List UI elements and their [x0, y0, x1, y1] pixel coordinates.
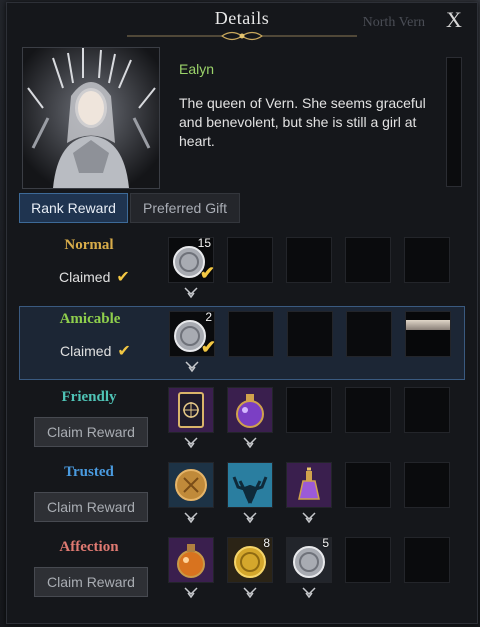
empty-reward-slot [346, 311, 392, 357]
claimed-status: Claimed ✔ [60, 341, 131, 361]
empty-reward-slot [345, 462, 391, 508]
chevron-down-icon [243, 437, 257, 449]
close-button[interactable]: X [441, 7, 467, 33]
reward-row-friendly: Friendly Claim Reward [19, 383, 463, 455]
chevron-down-icon [184, 512, 198, 524]
rank-label: Friendly [61, 389, 117, 405]
item-quantity: 2 [205, 310, 212, 324]
claim-reward-button[interactable]: Claim Reward [34, 417, 148, 447]
rank-label: Trusted [64, 464, 114, 480]
chevron-down-icon [184, 587, 198, 599]
background-location-label: North Vern [362, 15, 425, 30]
claim-reward-button[interactable]: Claim Reward [34, 567, 148, 597]
title-ornament [127, 31, 357, 41]
empty-reward-slot [345, 237, 391, 283]
rune-coin-icon [175, 469, 207, 501]
empty-reward-slot [287, 311, 333, 357]
orange-potion-icon [177, 544, 205, 578]
card-icon [178, 392, 204, 428]
empty-reward-slot [227, 237, 273, 283]
check-icon: ✔ [117, 343, 131, 360]
reward-row-trusted: Trusted Claim Reward [19, 458, 463, 530]
purple-potion-icon [236, 394, 264, 428]
reward-row-normal: Normal Claimed ✔ 15 ✔ [19, 233, 463, 305]
chevron-down-icon [243, 512, 257, 524]
reward-slot[interactable] [227, 387, 273, 449]
rank-label: Affection [59, 539, 119, 555]
empty-reward-slot [404, 237, 450, 283]
highlight-bar [406, 320, 450, 330]
chevron-down-icon [302, 512, 316, 524]
item-quantity: 5 [322, 536, 329, 550]
item-quantity: 15 [197, 236, 211, 250]
reward-slot[interactable] [168, 462, 214, 524]
empty-reward-slot [345, 387, 391, 433]
reward-slot[interactable]: 2 ✔ [169, 310, 216, 373]
title-bar: Details North Vern X [7, 3, 477, 43]
details-window: Details North Vern X Ealyn The queen of … [6, 2, 478, 624]
reward-slot[interactable] [286, 462, 332, 524]
reward-slot[interactable] [168, 387, 214, 449]
reward-slot[interactable]: 15 ✔ [168, 236, 215, 299]
tab-rank-reward[interactable]: Rank Reward [19, 193, 128, 223]
rank-label: Normal [64, 237, 114, 253]
chevron-down-icon [184, 287, 198, 299]
claimed-label: Claimed [60, 343, 112, 359]
reward-row-amicable: Amicable Claimed ✔ 2 ✔ [19, 306, 465, 380]
claimed-label: Claimed [59, 269, 111, 285]
locked-reward-slot [405, 311, 451, 357]
reward-slot[interactable]: 5 [286, 536, 332, 599]
item-quantity: 8 [263, 536, 270, 550]
stag-emblem-icon [232, 476, 268, 504]
chevron-down-icon [185, 361, 199, 373]
reward-slot[interactable]: 8 [227, 536, 273, 599]
reward-slot[interactable] [168, 537, 214, 599]
empty-reward-slot [404, 537, 450, 583]
chevron-down-icon [184, 437, 198, 449]
character-portrait [22, 47, 160, 189]
claim-reward-button[interactable]: Claim Reward [34, 492, 148, 522]
character-name: Ealyn [179, 61, 215, 77]
rank-label: Amicable [59, 311, 121, 327]
claimed-check-icon: ✔ [199, 263, 215, 283]
empty-reward-slot [286, 387, 332, 433]
reward-slot[interactable] [227, 462, 273, 524]
tab-preferred-gift[interactable]: Preferred Gift [130, 193, 240, 223]
empty-reward-slot [404, 462, 450, 508]
claimed-status: Claimed ✔ [59, 267, 130, 287]
reward-row-affection: Affection Claim Reward 8 5 [19, 533, 463, 605]
empty-reward-slot [345, 537, 391, 583]
character-description: The queen of Vern. She seems graceful an… [179, 95, 426, 149]
empty-reward-slot [228, 311, 274, 357]
empty-reward-slot [404, 387, 450, 433]
chevron-down-icon [243, 587, 257, 599]
claimed-check-icon: ✔ [200, 337, 216, 357]
empty-reward-slot [286, 237, 332, 283]
check-icon: ✔ [116, 269, 130, 286]
violet-flask-icon [298, 467, 320, 500]
description-scrollbar[interactable] [446, 57, 462, 187]
chevron-down-icon [302, 587, 316, 599]
